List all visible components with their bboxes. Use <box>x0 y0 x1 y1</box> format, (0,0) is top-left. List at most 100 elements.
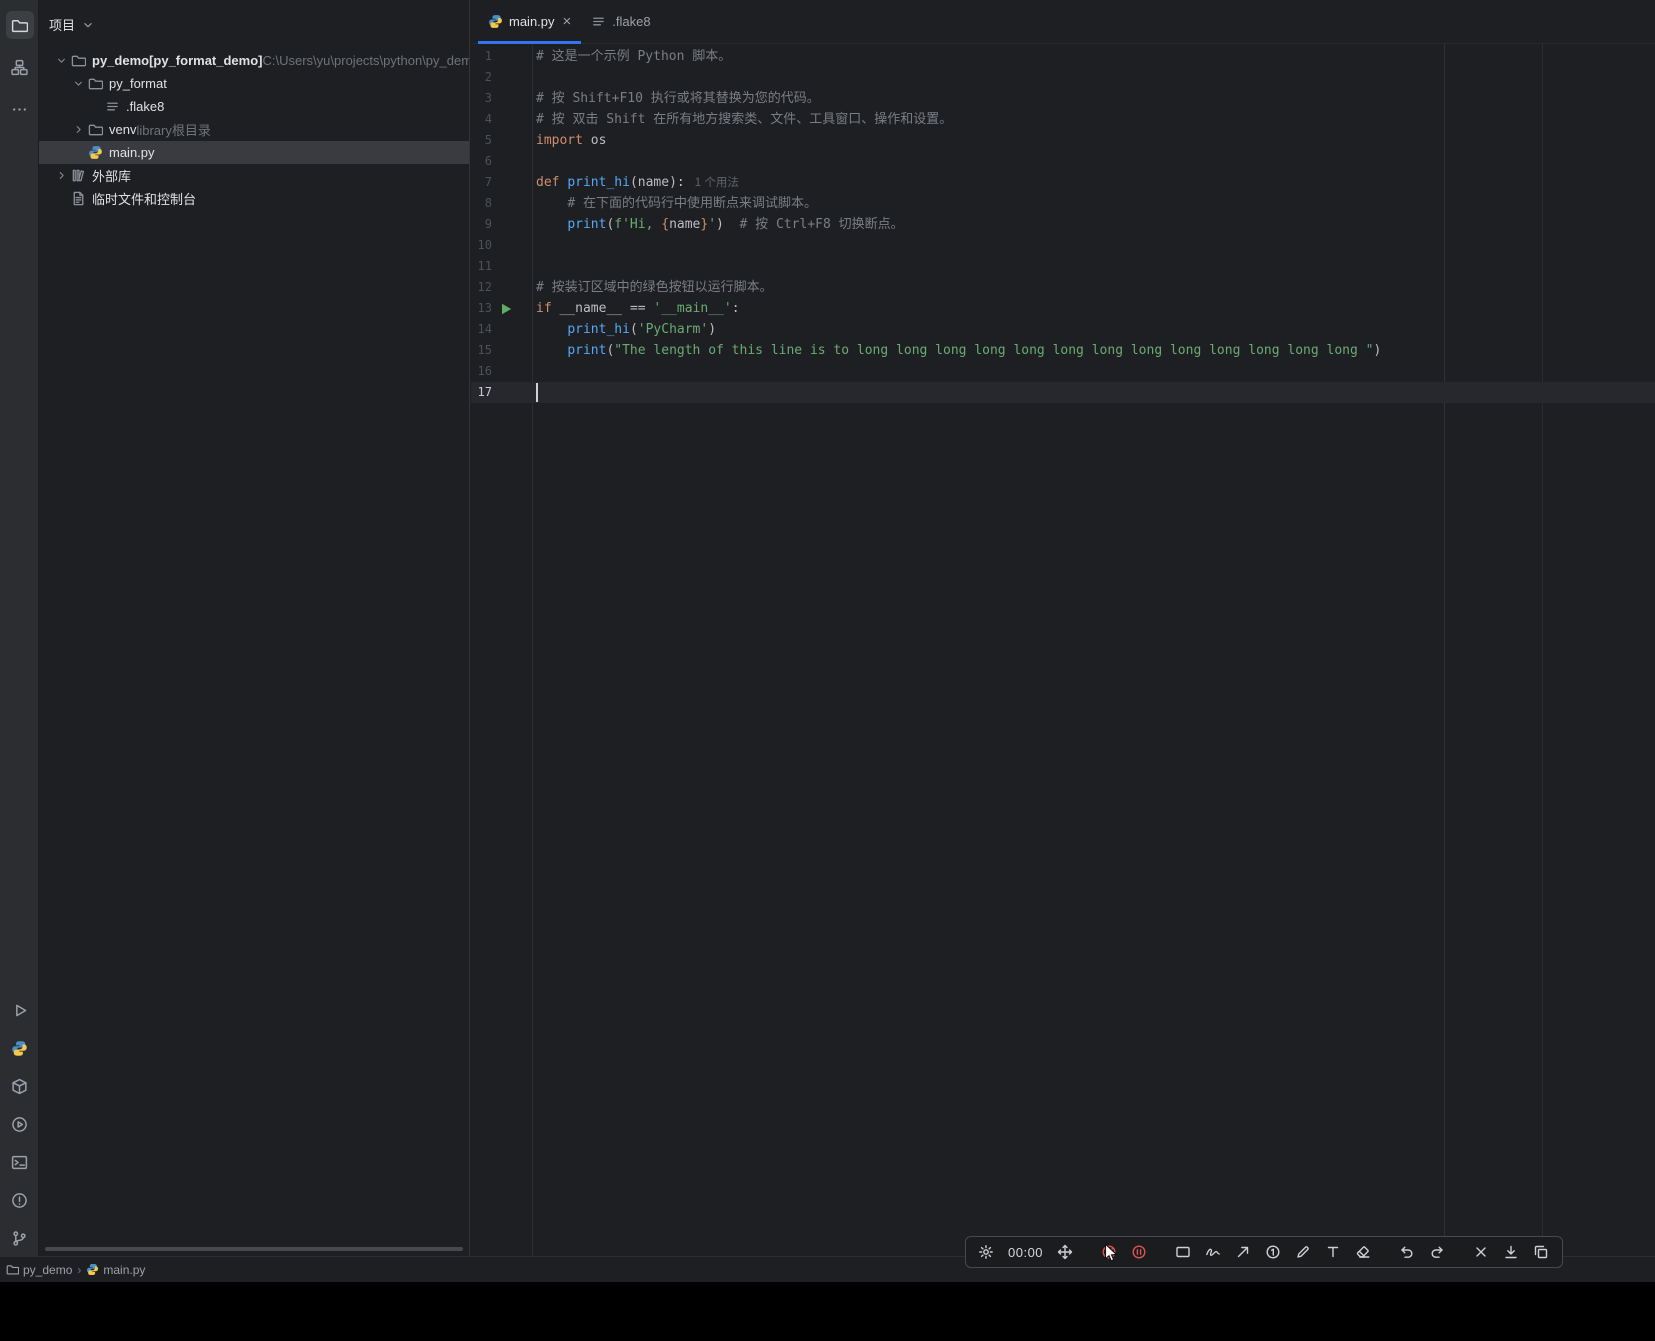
code-text: # 这是一个示例 Python 脚本。 <box>532 46 1655 67</box>
project-icon <box>11 17 28 34</box>
git-icon <box>11 1230 28 1247</box>
recorder-time: 00:00 <box>1008 1244 1044 1260</box>
chevron-down-icon[interactable] <box>70 77 87 90</box>
tool-button-python[interactable] <box>6 1034 34 1062</box>
python-icon <box>86 1263 99 1276</box>
line-number: 16 <box>477 364 492 378</box>
tool-button-more[interactable] <box>6 95 34 123</box>
code-line[interactable]: 10 <box>471 235 1655 256</box>
code-token: __name__ <box>559 301 630 316</box>
tool-button-terminal[interactable] <box>6 1148 34 1176</box>
code-line[interactable]: 15 print("The length of this line is to … <box>471 340 1655 361</box>
recorder-timer-button[interactable]: 00:00 <box>1008 1245 1043 1260</box>
code-line[interactable]: 13 if __name__ == '__main__': <box>471 298 1655 319</box>
structure-icon <box>11 59 28 76</box>
file-lines-icon <box>104 99 121 114</box>
code-text: print_hi('PyCharm') <box>532 319 1655 340</box>
recorder-copy-button[interactable] <box>1533 1244 1549 1260</box>
code-token: def <box>536 175 568 190</box>
recorder-pencil-button[interactable] <box>1295 1244 1311 1260</box>
code-token: "The length of this line is to long long… <box>614 343 1374 358</box>
tree-item[interactable]: main.py <box>39 141 469 164</box>
code-line[interactable]: 6 <box>471 151 1655 172</box>
tree-item[interactable]: venv library根目录 <box>39 118 469 141</box>
recorder-eraser-button[interactable] <box>1355 1244 1371 1260</box>
tab-.flake8[interactable]: .flake8 <box>581 0 660 43</box>
tree-item-label: py_demo <box>92 53 150 68</box>
recorder-undo-button[interactable] <box>1399 1244 1415 1260</box>
code-line[interactable]: 16 <box>471 361 1655 382</box>
code-token: (name): <box>629 175 685 190</box>
gutter-spacer <box>492 130 532 151</box>
chevron-right-icon[interactable] <box>70 123 87 136</box>
code-line[interactable]: 4 # 按 双击 Shift 在所有地方搜索类、文件、工具窗口、操作和设置。 <box>471 109 1655 130</box>
tool-button-project[interactable] <box>5 11 34 39</box>
code-line[interactable]: 7 def print_hi(name): 1 个用法 <box>471 172 1655 193</box>
recorder-text-button[interactable] <box>1325 1244 1341 1260</box>
tool-button-structure[interactable] <box>6 53 34 81</box>
line-number: 11 <box>477 259 492 273</box>
chevron-right-icon[interactable] <box>53 169 70 182</box>
line-number: 14 <box>477 322 492 336</box>
recorder-pause-button[interactable] <box>1131 1244 1147 1260</box>
tree-item[interactable]: py_format <box>39 72 469 95</box>
tree-item[interactable]: 临时文件和控制台 <box>39 187 469 210</box>
folder-icon <box>87 122 104 137</box>
tree-item[interactable]: .flake8 <box>39 95 469 118</box>
close-tab-icon[interactable]: × <box>563 13 572 30</box>
line-number: 8 <box>484 196 492 210</box>
recorder-settings-button[interactable] <box>978 1244 994 1260</box>
chevron-down-icon[interactable] <box>79 18 96 32</box>
code-token: print <box>567 217 607 232</box>
project-panel-title[interactable]: 项目 <box>49 15 75 34</box>
code-line[interactable]: 1 # 这是一个示例 Python 脚本。 <box>471 46 1655 67</box>
code-line[interactable]: 8 # 在下面的代码行中使用断点来调试脚本。 <box>471 193 1655 214</box>
line-number: 15 <box>477 343 492 357</box>
tool-button-run[interactable] <box>6 996 34 1024</box>
project-tree: py_demo [py_format_demo] C:\Users\yu\pro… <box>39 49 469 210</box>
file-lines-icon <box>591 14 606 29</box>
horizontal-scrollbar[interactable] <box>45 1247 463 1251</box>
recorder-download-button[interactable] <box>1503 1244 1519 1260</box>
breadcrumb-item[interactable]: py_demo <box>6 1263 72 1277</box>
code-text: # 在下面的代码行中使用断点来调试脚本。 <box>532 193 1655 214</box>
tab-main.py[interactable]: main.py × <box>478 0 582 44</box>
recorder-region-button[interactable] <box>1175 1244 1191 1260</box>
recorder-close-button[interactable] <box>1473 1244 1489 1260</box>
code-line[interactable]: 3 # 按 Shift+F10 执行或将其替换为您的代码。 <box>471 88 1655 109</box>
recorder-arrow-button[interactable] <box>1235 1244 1251 1260</box>
code-line[interactable]: 9 print(f'Hi, {name}') # 按 Ctrl+F8 切换断点。 <box>471 214 1655 235</box>
code-token: # 按 Shift+F10 执行或将其替换为您的代码。 <box>536 91 820 106</box>
recorder-redo-button[interactable] <box>1429 1244 1445 1260</box>
tree-item[interactable]: py_demo [py_format_demo] C:\Users\yu\pro… <box>39 49 469 72</box>
run-gutter-icon[interactable] <box>492 298 532 319</box>
library-icon <box>70 168 87 183</box>
code-line[interactable]: 17 <box>471 382 1655 403</box>
tree-item[interactable]: 外部库 <box>39 164 469 187</box>
freehand-icon <box>1205 1244 1221 1260</box>
gutter-spacer <box>492 319 532 340</box>
recorder-number-button[interactable] <box>1265 1244 1281 1260</box>
code-line[interactable]: 12 # 按装订区域中的绿色按钮以运行脚本。 <box>471 277 1655 298</box>
breadcrumb-separator-icon: › <box>77 1262 82 1277</box>
gutter-spacer <box>492 256 532 277</box>
project-panel: 项目 py_demo [py_format_demo] C:\Users\yu\… <box>39 0 470 1256</box>
code-line[interactable]: 11 <box>471 256 1655 277</box>
code-line[interactable]: 5 import os <box>471 130 1655 151</box>
tool-button-git[interactable] <box>6 1224 34 1252</box>
recorder-freehand-button[interactable] <box>1205 1244 1221 1260</box>
tool-button-packages[interactable] <box>6 1072 34 1100</box>
recorder-move-button[interactable] <box>1057 1244 1073 1260</box>
tool-button-services[interactable] <box>6 1110 34 1138</box>
run-icon <box>11 1002 28 1019</box>
tool-button-problems[interactable] <box>6 1186 34 1214</box>
editor-body[interactable]: 1 # 这是一个示例 Python 脚本。 2 3 # 按 Shift+F10 执行或将… <box>471 44 1655 1256</box>
chevron-down-icon[interactable] <box>53 54 70 67</box>
gutter-spacer <box>492 361 532 382</box>
code-line[interactable]: 2 <box>471 67 1655 88</box>
scratch-icon <box>70 191 87 206</box>
code-line[interactable]: 14 print_hi('PyCharm') <box>471 319 1655 340</box>
tree-item-label: [py_format_demo] <box>149 53 263 68</box>
breadcrumb-item[interactable]: main.py <box>86 1263 145 1277</box>
code-text: print("The length of this line is to lon… <box>532 340 1655 361</box>
